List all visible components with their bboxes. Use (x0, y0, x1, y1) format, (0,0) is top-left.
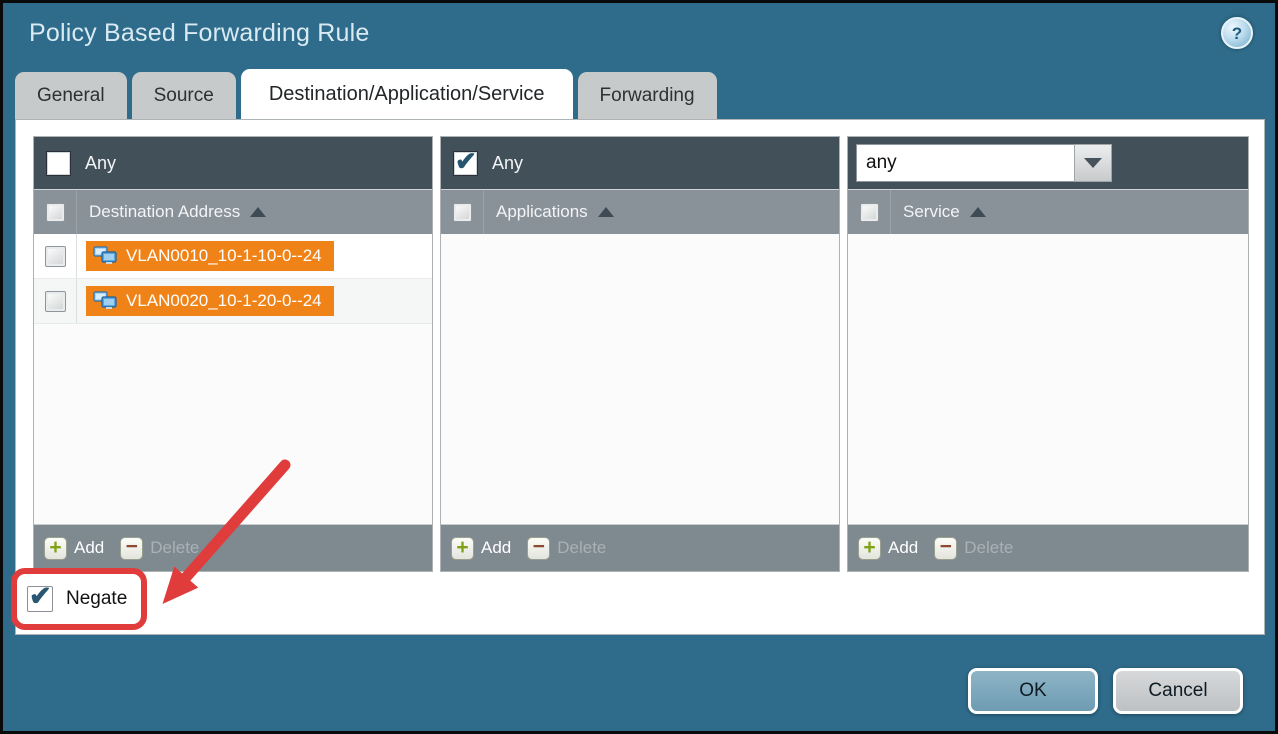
destination-panel-footer: + Add − Delete (34, 524, 432, 571)
destination-column-header-label: Destination Address (89, 202, 240, 222)
dialog-policy-based-forwarding-rule: Policy Based Forwarding Rule ? General S… (0, 0, 1278, 734)
tab-bar: General Source Destination/Application/S… (15, 69, 722, 119)
title-bar: Policy Based Forwarding Rule ? (3, 3, 1275, 69)
destination-any-label: Any (85, 153, 116, 174)
delete-button[interactable]: − Delete (527, 537, 606, 560)
delete-label: Delete (964, 538, 1013, 558)
tab-general-label: General (37, 85, 105, 107)
tab-source-label: Source (154, 85, 214, 107)
network-address-icon (93, 246, 117, 266)
network-address-icon (93, 291, 117, 311)
cancel-button-label: Cancel (1148, 680, 1207, 702)
plus-icon: + (44, 537, 67, 560)
service-dropdown[interactable]: any (856, 144, 1112, 182)
service-select-all-checkbox[interactable] (860, 203, 879, 222)
applications-any-label: Any (492, 153, 523, 174)
question-mark-glyph: ? (1232, 25, 1242, 42)
service-column-header-row: Service (848, 189, 1248, 234)
chevron-down-icon (1084, 158, 1102, 168)
cancel-button[interactable]: Cancel (1113, 668, 1243, 714)
add-button[interactable]: + Add (451, 537, 511, 560)
tab-forwarding-label: Forwarding (600, 85, 695, 107)
table-row[interactable]: VLAN0010_10-1-10-0--24 (34, 234, 432, 279)
delete-label: Delete (150, 538, 199, 558)
service-panel: any Service + Add − Delete (847, 136, 1249, 572)
address-object-chip[interactable]: VLAN0020_10-1-20-0--24 (86, 286, 334, 316)
destination-column-header-row: Destination Address (34, 189, 432, 234)
add-label: Add (888, 538, 918, 558)
tab-forwarding[interactable]: Forwarding (578, 72, 717, 119)
plus-icon: + (451, 537, 474, 560)
tab-destination-application-service[interactable]: Destination/Application/Service (241, 69, 573, 119)
applications-select-all-cell (441, 190, 484, 234)
tab-source[interactable]: Source (132, 72, 236, 119)
destination-address-panel: Any Destination Address (33, 136, 433, 572)
delete-button[interactable]: − Delete (120, 537, 199, 560)
content-area: Any Destination Address (15, 119, 1265, 635)
negate-highlight-box: Negate (11, 568, 147, 630)
address-object-label: VLAN0010_10-1-10-0--24 (126, 246, 322, 266)
applications-any-checkbox[interactable] (453, 151, 478, 176)
sort-ascending-icon[interactable] (598, 207, 614, 217)
destination-select-all-cell (34, 190, 77, 234)
destination-any-bar: Any (34, 137, 432, 189)
negate-checkbox[interactable] (27, 586, 53, 612)
sort-ascending-icon[interactable] (250, 207, 266, 217)
delete-button[interactable]: − Delete (934, 537, 1013, 560)
help-icon[interactable]: ? (1221, 17, 1253, 49)
sort-ascending-icon[interactable] (970, 207, 986, 217)
service-panel-footer: + Add − Delete (848, 524, 1248, 571)
destination-any-checkbox[interactable] (46, 151, 71, 176)
delete-label: Delete (557, 538, 606, 558)
row-checkbox[interactable] (45, 246, 66, 267)
applications-column-header-row: Applications (441, 189, 839, 234)
applications-column-header-label: Applications (496, 202, 588, 222)
address-object-chip[interactable]: VLAN0010_10-1-10-0--24 (86, 241, 334, 271)
destination-address-list: VLAN0010_10-1-10-0--24 VLAN0020_10-1 (34, 234, 432, 524)
add-button[interactable]: + Add (44, 537, 104, 560)
negate-label: Negate (66, 588, 127, 610)
add-button[interactable]: + Add (858, 537, 918, 560)
service-select-all-cell (848, 190, 891, 234)
page-title: Policy Based Forwarding Rule (29, 19, 369, 48)
ok-button-label: OK (1019, 680, 1046, 702)
row-checkbox-cell (34, 279, 77, 323)
table-row[interactable]: VLAN0020_10-1-20-0--24 (34, 279, 432, 324)
destination-select-all-checkbox[interactable] (46, 203, 65, 222)
service-dropdown-value: any (856, 144, 1074, 182)
tab-general[interactable]: General (15, 72, 127, 119)
applications-any-bar: Any (441, 137, 839, 189)
applications-select-all-checkbox[interactable] (453, 203, 472, 222)
row-checkbox[interactable] (45, 291, 66, 312)
applications-list (441, 234, 839, 524)
service-dropdown-bar: any (848, 137, 1248, 189)
address-object-label: VLAN0020_10-1-20-0--24 (126, 291, 322, 311)
add-label: Add (74, 538, 104, 558)
row-checkbox-cell (34, 234, 77, 278)
minus-icon: − (120, 537, 143, 560)
plus-icon: + (858, 537, 881, 560)
minus-icon: − (527, 537, 550, 560)
tab-destination-application-service-label: Destination/Application/Service (269, 83, 545, 106)
add-label: Add (481, 538, 511, 558)
applications-panel-footer: + Add − Delete (441, 524, 839, 571)
ok-button[interactable]: OK (968, 668, 1098, 714)
minus-icon: − (934, 537, 957, 560)
service-list (848, 234, 1248, 524)
dropdown-arrow-button[interactable] (1074, 144, 1112, 182)
service-column-header-label: Service (903, 202, 960, 222)
applications-panel: Any Applications + Add − Delete (440, 136, 840, 572)
